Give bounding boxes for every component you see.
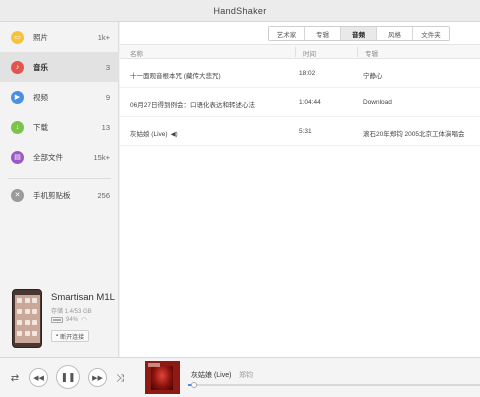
table-row[interactable]: 十一面观音根本咒 (藏传大悲咒) 18:02 宁静心	[120, 60, 480, 88]
speaker-icon: ◀)	[170, 131, 178, 138]
repeat-icon[interactable]: ⇄	[8, 371, 22, 385]
sidebar-item-count: 9	[105, 92, 110, 102]
photo-icon: ▭	[11, 30, 24, 44]
track-name: 十一面观音根本咒 (藏传大悲咒)	[130, 73, 221, 80]
title-bar: HandShaker	[0, 0, 480, 22]
track-album: Download	[363, 99, 392, 106]
sidebar-item-count: 256	[97, 190, 110, 200]
sidebar-item-count: 3	[105, 62, 110, 72]
tab-artists[interactable]: 艺术家	[269, 27, 305, 40]
track-time: 1:04:44	[299, 99, 321, 106]
now-playing-artist: 郑钧	[239, 372, 253, 379]
column-header-name[interactable]: 名称	[130, 48, 143, 58]
sidebar-item-label: 下载	[33, 122, 48, 132]
sidebar-item-count: 1k+	[97, 32, 110, 42]
device-panel: Smartisan M1L 存储 1.4/53 GB 94% ◠ ▪ 断开连接	[0, 276, 119, 357]
tab-genres[interactable]: 风格	[377, 27, 413, 40]
sidebar-item-count: 15k+	[93, 152, 110, 162]
column-header-time[interactable]: 时间	[303, 48, 316, 58]
progress-knob[interactable]	[190, 382, 197, 388]
wifi-icon: ◠	[81, 317, 88, 324]
sidebar-item-label: 照片	[33, 32, 48, 42]
sidebar-item-label: 视频	[33, 92, 48, 102]
download-icon: ↓	[11, 120, 24, 134]
folder-icon: ▤	[11, 150, 24, 164]
now-playing-title: 灰姑娘 (Live)	[191, 372, 232, 379]
sidebar-divider	[8, 178, 111, 179]
album-cover	[145, 361, 180, 394]
sidebar-item-all-files[interactable]: ▤ 全部文件 15k+	[0, 142, 119, 172]
disconnect-label: 断开连接	[60, 334, 85, 341]
phone-icon	[12, 289, 42, 348]
next-button[interactable]: ▶▶	[88, 368, 107, 387]
main-panel: 艺术家 专辑 音频 风格 文件夹 名称 时间 专辑 十一面观音根本咒 (藏传大悲…	[120, 22, 480, 357]
device-storage: 存储 1.4/53 GB	[51, 309, 92, 315]
table-row[interactable]: 灰姑娘 (Live) ◀) 5:31 滚石20年郑钧 2005北京工体演唱会	[120, 118, 480, 146]
tab-folders[interactable]: 文件夹	[413, 27, 449, 40]
disconnect-icon: ▪	[56, 333, 59, 339]
category-tabs: 艺术家 专辑 音频 风格 文件夹	[268, 26, 450, 41]
track-time: 18:02	[299, 70, 316, 77]
sidebar-item-label: 全部文件	[33, 152, 63, 162]
sidebar-item-music[interactable]: ♪ 音乐 3	[0, 52, 119, 82]
table-row[interactable]: 06月27日得到例会：口语化表达和转述心法 1:04:44 Download	[120, 89, 480, 117]
track-name: 06月27日得到例会：口语化表达和转述心法	[130, 102, 255, 109]
track-time: 5:31	[299, 128, 312, 135]
sidebar-item-label: 音乐	[33, 62, 48, 72]
track-name: 灰姑娘 (Live)	[130, 131, 168, 138]
music-icon: ♪	[11, 60, 24, 74]
video-icon: ▶	[11, 90, 24, 104]
track-album: 宁静心	[363, 73, 383, 80]
battery-icon	[51, 317, 63, 323]
sidebar-item-photos[interactable]: ▭ 照片 1k+	[0, 22, 119, 52]
tab-audio[interactable]: 音频	[341, 27, 377, 40]
device-name: Smartisan M1L	[51, 292, 115, 303]
sidebar-item-count: 13	[101, 122, 110, 132]
pause-button[interactable]: ❚❚	[56, 365, 80, 389]
progress-bar[interactable]	[188, 382, 480, 388]
sidebar-item-downloads[interactable]: ↓ 下载 13	[0, 112, 119, 142]
disconnect-button[interactable]: ▪ 断开连接	[51, 330, 90, 342]
device-status: 94% ◠	[51, 316, 87, 324]
table-header: 名称 时间 专辑	[120, 44, 480, 59]
column-header-album[interactable]: 专辑	[365, 48, 378, 58]
sidebar-item-label: 手机剪贴板	[33, 190, 71, 200]
shuffle-icon[interactable]: ⤨	[113, 371, 127, 385]
clipboard-icon: ✕	[11, 188, 24, 202]
battery-level: 94%	[66, 317, 79, 323]
app-title: HandShaker	[213, 5, 267, 16]
track-album: 滚石20年郑钧 2005北京工体演唱会	[363, 131, 465, 138]
tab-albums[interactable]: 专辑	[305, 27, 341, 40]
previous-button[interactable]: ◀◀	[29, 368, 48, 387]
sidebar-item-videos[interactable]: ▶ 视频 9	[0, 82, 119, 112]
sidebar-item-clipboard[interactable]: ✕ 手机剪贴板 256	[0, 180, 119, 210]
player-bar: ⇄ ◀◀ ❚❚ ▶▶ ⤨ 灰姑娘 (Live) 郑钧	[0, 357, 480, 397]
